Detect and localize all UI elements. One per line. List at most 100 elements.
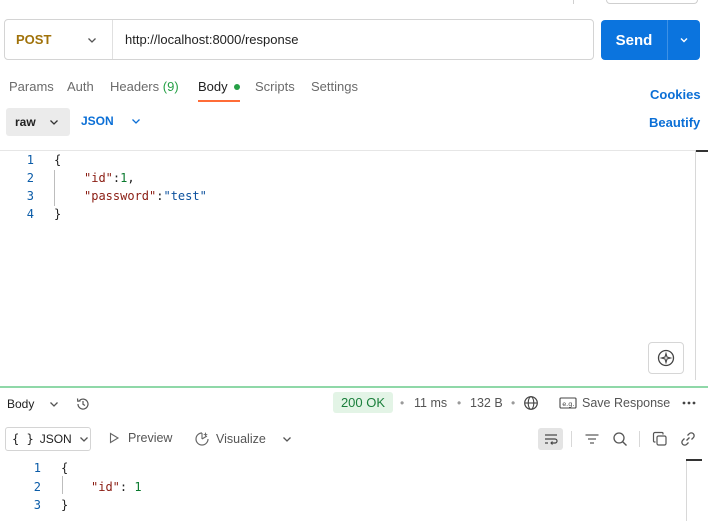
response-time[interactable]: 11 ms (414, 396, 447, 410)
json-key: "password" (84, 189, 157, 203)
tab-settings[interactable]: Settings (311, 79, 358, 94)
method-label: POST (16, 32, 52, 47)
visualize-label: Visualize (216, 432, 266, 446)
response-body-select[interactable]: Body (7, 397, 60, 411)
save-response-button[interactable]: Save Response (582, 396, 670, 410)
ai-assist-button[interactable] (648, 342, 684, 374)
indent-guide (54, 170, 55, 206)
send-button-group: Send (601, 20, 700, 60)
body-language-select[interactable]: JSON (81, 114, 142, 128)
chevron-down-icon (49, 120, 58, 125)
response-body-label: Body (7, 397, 35, 411)
play-icon (109, 432, 120, 444)
send-button[interactable]: Send (601, 32, 667, 49)
code-token[interactable]: } (54, 207, 61, 221)
tab-body-label: Body (198, 79, 228, 94)
method-select[interactable]: POST (5, 20, 113, 59)
body-language-label: JSON (81, 114, 114, 128)
save-response-icon-wrap: e.g. (558, 395, 578, 411)
body-mode-select[interactable]: raw (6, 108, 70, 136)
copy-icon (652, 431, 667, 446)
chevron-down-icon (283, 437, 291, 442)
url-input[interactable]: http://localhost:8000/response (113, 32, 298, 47)
separator: • (511, 396, 516, 410)
history-button[interactable] (74, 395, 92, 413)
indent-guide (62, 476, 63, 494)
braces-icon: { } (12, 432, 34, 446)
response-divider[interactable] (0, 386, 708, 388)
response-scrollbar[interactable] (686, 460, 687, 521)
chevron-down-icon (131, 119, 140, 124)
line-number: 3 (26, 189, 34, 203)
scrollbar-cap (696, 150, 708, 152)
wrap-lines-button[interactable] (538, 428, 563, 450)
code-token: } (61, 498, 69, 512)
separator: • (457, 396, 462, 410)
svg-text:e.g.: e.g. (562, 400, 574, 408)
line-number: 2 (33, 480, 41, 494)
divider (573, 0, 574, 4)
line-number: 1 (26, 153, 34, 167)
visualize-icon (195, 432, 209, 446)
response-size[interactable]: 132 B (470, 396, 503, 410)
code-line[interactable]: "password":"test" (84, 189, 207, 203)
json-key: "id" (91, 480, 120, 494)
search-button[interactable] (611, 430, 629, 448)
copy-button[interactable] (651, 430, 669, 448)
scrollbar-cap (686, 459, 702, 461)
tab-headers-count: (9) (162, 79, 179, 94)
code-token[interactable]: { (54, 153, 61, 167)
filter-button[interactable] (583, 430, 601, 448)
status-badge[interactable]: 200 OK (333, 392, 393, 413)
chevron-down-icon (680, 38, 688, 43)
line-number: 4 (26, 207, 34, 221)
separator: • (400, 396, 405, 410)
json-key: "id" (84, 171, 113, 185)
ellipsis-icon (682, 401, 696, 405)
line-number: 2 (26, 171, 34, 185)
beautify-link[interactable]: Beautify (649, 115, 700, 130)
body-mode-label: raw (15, 115, 36, 129)
json-number: 1 (134, 480, 142, 494)
active-tab-indicator (198, 100, 240, 102)
json-colon: : (119, 480, 128, 494)
network-button[interactable] (522, 394, 540, 412)
tab-body[interactable]: Body (198, 79, 240, 94)
send-options-button[interactable] (668, 34, 700, 46)
toolbar-divider (639, 431, 640, 447)
toolbar-divider (571, 431, 572, 447)
code-line[interactable]: "id":1, (84, 171, 135, 185)
line-number: 1 (33, 461, 41, 475)
globe-icon (524, 396, 538, 410)
more-options-button[interactable] (680, 396, 698, 410)
link-button[interactable] (679, 430, 697, 448)
tab-headers-label: Headers (110, 79, 160, 94)
modified-dot (233, 83, 240, 90)
partial-top-button (606, 0, 698, 4)
line-number: 3 (33, 498, 41, 512)
save-response-icon: e.g. (559, 397, 577, 409)
chevron-down-icon (50, 402, 59, 407)
response-format-select[interactable]: { } JSON (5, 427, 91, 451)
code-token: { (61, 461, 69, 475)
visualize-options-button[interactable] (280, 432, 294, 446)
visualize-button[interactable]: Visualize (194, 431, 266, 447)
filter-icon (585, 434, 599, 444)
preview-label: Preview (128, 431, 173, 445)
code-line: "id": 1 (91, 480, 142, 494)
editor-scrollbar[interactable] (695, 150, 696, 380)
cookies-link[interactable]: Cookies (650, 87, 701, 102)
tab-params[interactable]: Params (9, 79, 54, 94)
preview-button[interactable]: Preview (108, 431, 172, 445)
editor-top-border (0, 150, 708, 151)
tab-auth[interactable]: Auth (67, 79, 94, 94)
tab-headers[interactable]: Headers (9) (110, 79, 179, 94)
link-icon (681, 432, 695, 446)
json-string: "test" (163, 189, 207, 203)
tab-scripts[interactable]: Scripts (255, 79, 295, 94)
wrap-icon (544, 434, 558, 445)
chevron-down-icon (88, 37, 96, 43)
url-bar: POST http://localhost:8000/response (4, 19, 594, 60)
chevron-down-icon (79, 437, 88, 442)
json-comma: , (127, 171, 135, 185)
